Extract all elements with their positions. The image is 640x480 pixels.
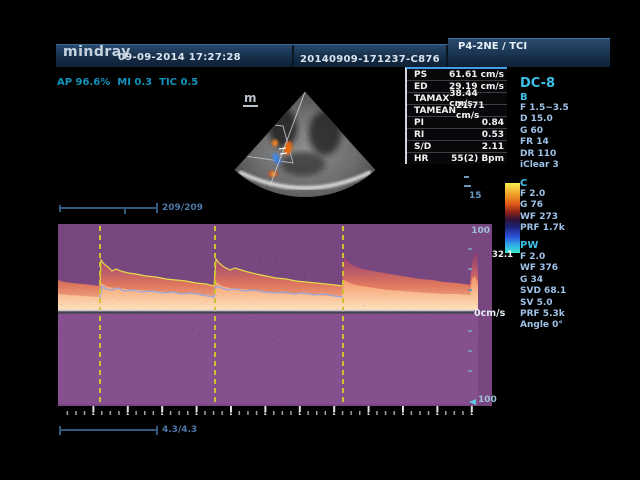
baseline-shift-icon [469, 399, 476, 405]
color-doppler-scale-bar [505, 183, 520, 253]
scale-tick [468, 370, 472, 372]
probe-preset-label: P4-2NE / TCI [458, 41, 527, 52]
color-mode-section-title: C [520, 178, 527, 189]
pw-mode-params: F 2.0WF 376G 34SVD 68.1SV 5.0PRF 5.3kAng… [520, 252, 566, 332]
acoustic-status: AP 96.6% MI 0.3 TIC 0.5 [57, 77, 205, 88]
sweep-progress-bar[interactable] [60, 429, 157, 431]
scale-tick [468, 289, 472, 291]
depth-tick [464, 185, 471, 187]
measurement-results-panel: PS61.61 cm/s ED29.19 cm/s TAMAX38.44 cm/… [405, 67, 507, 164]
sweep-bar-end-tick [156, 426, 158, 435]
pw-mode-section-title: PW [520, 240, 538, 251]
cine-frame-counter: 209/209 [162, 203, 203, 213]
cine-progress-bar[interactable] [60, 207, 157, 209]
measurement-row: RI0.53 [407, 129, 507, 141]
orientation-mark: m [243, 92, 258, 107]
b-mode-image [213, 86, 398, 198]
scale-tick [468, 248, 472, 250]
depth-label: 15 [469, 191, 482, 201]
scale-tick [468, 350, 472, 352]
exam-id: 20140909-171237-C876 [300, 54, 440, 65]
depth-tick [464, 176, 469, 178]
header-divider [292, 45, 294, 66]
b-mode-section-title: B [520, 92, 528, 103]
b-mode-params: F 1.5~3.5D 15.0G 60FR 14DR 110iClear 3 [520, 103, 569, 171]
measurement-row: HR55(2) Bpm [407, 153, 507, 164]
measurement-row: S/D2.11 [407, 141, 507, 153]
measurement-row: PS61.61 cm/s [407, 69, 507, 81]
sweep-time-counter: 4.3/4.3 [162, 425, 197, 435]
ultrasound-screen: mindray 09-09-2014 17:27:28 20140909-171… [0, 0, 640, 480]
cine-position-marker[interactable] [124, 209, 126, 214]
tic-index: TIC 0.5 [159, 77, 198, 88]
mechanical-index: MI 0.3 [117, 77, 152, 88]
datetime: 09-09-2014 17:27:28 [118, 52, 241, 63]
system-name: DC-8 [520, 76, 555, 91]
scale-tick [468, 330, 472, 332]
scale-tick [468, 268, 472, 270]
spectral-doppler-display [58, 224, 492, 422]
probe-preset-tab[interactable]: P4-2NE / TCI [448, 38, 610, 55]
velocity-scale-bottom: 100 [478, 395, 497, 405]
measurement-row: TAMEAN21.71 cm/s [407, 105, 507, 117]
color-mode-params: F 2.0G 76WF 273PRF 1.7k [520, 189, 565, 235]
acoustic-power: AP 96.6% [57, 77, 110, 88]
cine-bar-end-tick [156, 203, 158, 213]
velocity-scale-zero: 0cm/s [474, 308, 505, 319]
velocity-scale-top: 100 [464, 226, 490, 236]
